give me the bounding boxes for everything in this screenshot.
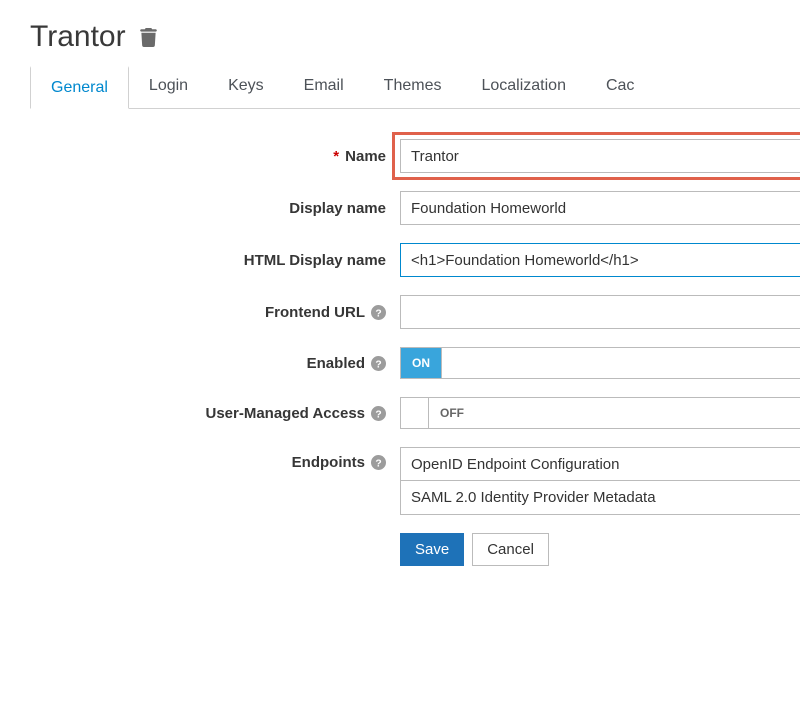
help-icon[interactable]: ? (371, 305, 386, 320)
tab-localization[interactable]: Localization (461, 66, 586, 108)
endpoint-openid[interactable]: OpenID Endpoint Configuration (400, 447, 800, 481)
frontend-url-label: Frontend URL (265, 304, 365, 321)
tab-keys[interactable]: Keys (208, 66, 284, 108)
enabled-toggle[interactable]: ON (400, 347, 800, 379)
name-input[interactable] (400, 139, 800, 173)
name-label: Name (345, 148, 386, 165)
help-icon[interactable]: ? (371, 455, 386, 470)
enabled-label: Enabled (307, 355, 365, 372)
tab-email[interactable]: Email (284, 66, 364, 108)
display-name-input[interactable] (400, 191, 800, 225)
help-icon[interactable]: ? (371, 356, 386, 371)
toggle-on-label: ON (401, 348, 441, 378)
endpoint-saml[interactable]: SAML 2.0 Identity Provider Metadata (400, 481, 800, 515)
save-button[interactable]: Save (400, 533, 464, 566)
display-name-label: Display name (289, 200, 386, 217)
name-highlight (392, 132, 800, 180)
page-title: Trantor (30, 20, 126, 54)
required-indicator: * (333, 148, 339, 165)
tab-cache[interactable]: Cac (586, 66, 654, 108)
tab-general[interactable]: General (30, 66, 129, 109)
uma-toggle[interactable]: OFF (400, 397, 800, 429)
help-icon[interactable]: ? (371, 406, 386, 421)
toggle-off-label: OFF (429, 398, 475, 428)
tab-themes[interactable]: Themes (364, 66, 462, 108)
endpoints-label: Endpoints (292, 454, 365, 471)
html-display-name-label: HTML Display name (244, 252, 386, 269)
html-display-name-input[interactable] (400, 243, 800, 277)
tabs: General Login Keys Email Themes Localiza… (30, 66, 800, 109)
svg-text:?: ? (375, 458, 381, 469)
frontend-url-input[interactable] (400, 295, 800, 329)
toggle-spacer (441, 348, 469, 378)
tab-login[interactable]: Login (129, 66, 208, 108)
toggle-spacer (401, 398, 429, 428)
uma-label: User-Managed Access (205, 405, 365, 422)
cancel-button[interactable]: Cancel (472, 533, 549, 566)
svg-text:?: ? (375, 409, 381, 420)
svg-text:?: ? (375, 308, 381, 319)
svg-text:?: ? (375, 359, 381, 370)
trash-icon[interactable] (140, 28, 157, 47)
